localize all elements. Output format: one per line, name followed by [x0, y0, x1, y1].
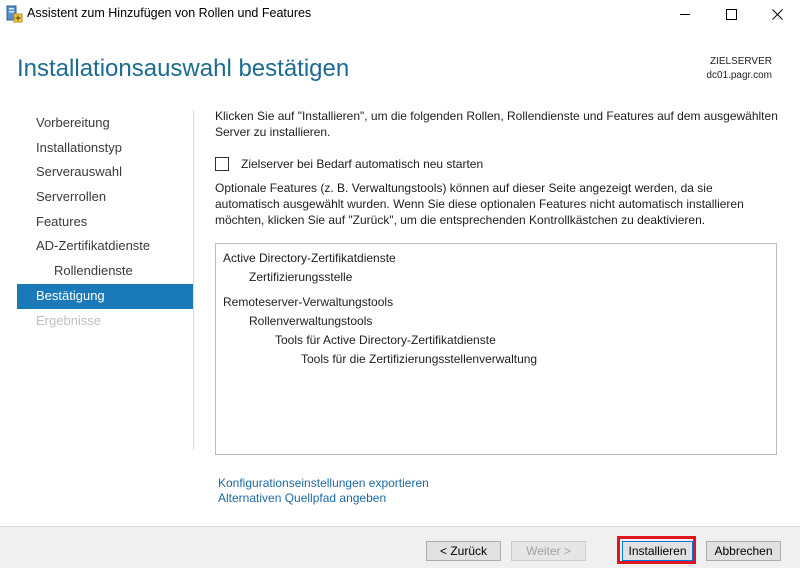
close-button[interactable]	[754, 0, 800, 28]
nav-divider	[193, 110, 194, 450]
nav-item-ad-zertifikatdienste[interactable]: AD-Zertifikatdienste	[17, 234, 193, 259]
wizard-nav: Vorbereitung Installationstyp Serverausw…	[17, 111, 193, 333]
list-item: Tools für die Zertifizierungsstellenverw…	[301, 352, 538, 366]
nav-item-serverauswahl[interactable]: Serverauswahl	[17, 160, 193, 185]
intro-text: Klicken Sie auf "Installieren", um die f…	[215, 109, 778, 139]
list-item: Tools für Active Directory-Zertifikatdie…	[275, 333, 496, 347]
list-item: Rollenverwaltungstools	[249, 314, 373, 328]
minimize-icon	[679, 13, 690, 15]
list-item: Active Directory-Zertifikatdienste	[223, 251, 396, 265]
title-bar: Assistent zum Hinzufügen von Rollen und …	[0, 0, 800, 28]
minimize-button[interactable]	[662, 0, 708, 28]
target-server-name: dc01.pagr.com	[706, 70, 772, 81]
nav-item-vorbereitung[interactable]: Vorbereitung	[17, 111, 193, 136]
restart-option[interactable]: Zielserver bei Bedarf automatisch neu st…	[215, 156, 483, 172]
maximize-button[interactable]	[708, 0, 754, 28]
page-title: Installationsauswahl bestätigen	[17, 55, 350, 82]
target-server-label: ZIELSERVER	[709, 56, 772, 67]
alternate-source-link[interactable]: Alternativen Quellpfad angeben	[218, 491, 429, 506]
install-button[interactable]: Installieren	[622, 541, 693, 561]
maximize-icon	[725, 8, 737, 20]
nav-item-rollendienste[interactable]: Rollendienste	[17, 259, 193, 284]
close-icon	[771, 8, 783, 20]
next-button: Weiter >	[511, 541, 586, 561]
selection-list[interactable]: Active Directory-Zertifikatdienste Zerti…	[215, 243, 777, 455]
nav-item-bestaetigung[interactable]: Bestätigung	[17, 283, 193, 309]
nav-item-serverrollen[interactable]: Serverrollen	[17, 185, 193, 210]
optional-features-text: Optionale Features (z. B. Verwaltungstoo…	[215, 181, 744, 227]
restart-checkbox-label[interactable]: Zielserver bei Bedarf automatisch neu st…	[241, 156, 483, 172]
nav-item-features[interactable]: Features	[17, 210, 193, 235]
button-bar: < Zurück Weiter > Installieren Abbrechen	[0, 526, 800, 568]
list-item: Remoteserver-Verwaltungstools	[223, 295, 394, 309]
server-manager-icon	[5, 5, 23, 23]
target-server-info: ZIELSERVER dc01.pagr.com	[706, 55, 772, 83]
links-area: Konfigurationseinstellungen exportieren …	[218, 476, 429, 506]
nav-item-ergebnisse: Ergebnisse	[36, 312, 102, 328]
restart-checkbox[interactable]	[215, 157, 229, 171]
back-button[interactable]: < Zurück	[426, 541, 501, 561]
main-content: Klicken Sie auf "Installieren", um die f…	[215, 108, 785, 505]
list-item: Zertifizierungsstelle	[249, 270, 353, 284]
window-title: Assistent zum Hinzufügen von Rollen und …	[27, 6, 312, 20]
cancel-button[interactable]: Abbrechen	[706, 541, 781, 561]
nav-item-installationstyp[interactable]: Installationstyp	[17, 136, 193, 161]
export-config-link[interactable]: Konfigurationseinstellungen exportieren	[218, 476, 429, 491]
